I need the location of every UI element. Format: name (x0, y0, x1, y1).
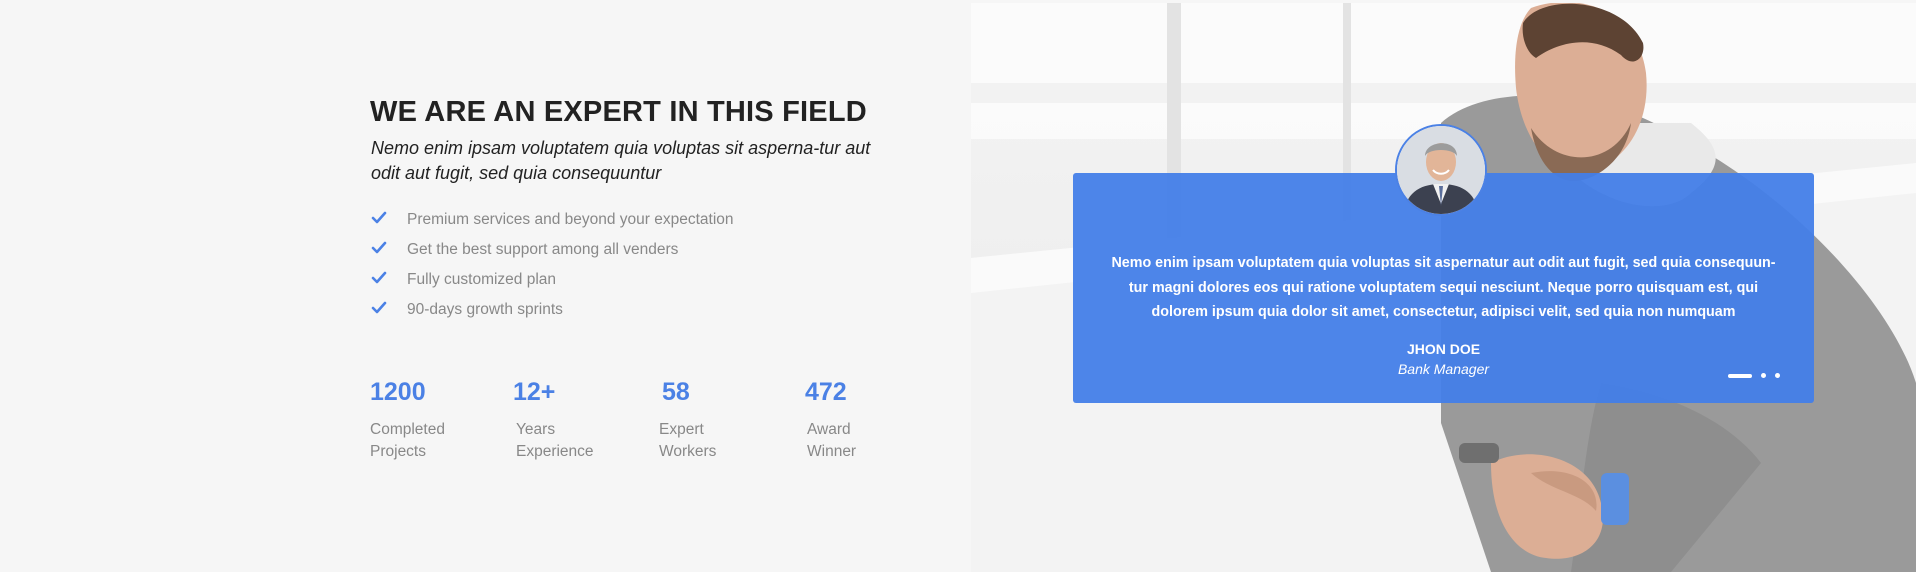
stat-label-line: Projects (370, 443, 426, 460)
avatar-photo (1397, 126, 1485, 214)
slider-pagination (1728, 373, 1780, 378)
feature-item: Premium services and beyond your expecta… (371, 205, 734, 235)
stat-label-line: Award (807, 421, 851, 438)
stat-years-experience: 12+ Years Experience (513, 378, 633, 463)
stat-number: 472 (805, 378, 847, 406)
check-icon (371, 301, 407, 320)
stat-expert-workers: 58 Expert Workers (659, 378, 782, 463)
feature-text: 90-days growth sprints (407, 301, 563, 318)
stat-label-line: Workers (659, 443, 717, 460)
testimonial-quote: Nemo enim ipsam voluptatem quia voluptas… (1111, 255, 1776, 320)
feature-text: Premium services and beyond your expecta… (407, 211, 734, 228)
feature-item: Get the best support among all venders (371, 235, 734, 265)
stat-label: Years Experience (516, 419, 606, 463)
check-icon (371, 241, 407, 260)
stat-label-line: Winner (807, 443, 857, 460)
check-icon (371, 211, 407, 230)
slider-dot-active[interactable] (1728, 373, 1752, 378)
stat-number: 12+ (513, 378, 556, 406)
stat-label-line: Years (516, 421, 556, 438)
slider-dot[interactable] (1775, 373, 1780, 378)
testimonial-author-role: Bank Manager (1397, 361, 1490, 377)
feature-text: Fully customized plan (407, 271, 557, 288)
stat-award-winner: 472 Award Winner (805, 378, 925, 463)
testimonial-avatar (1395, 124, 1487, 216)
check-icon (371, 271, 407, 290)
feature-item: Fully customized plan (371, 265, 734, 295)
feature-list: Premium services and beyond your expecta… (371, 205, 734, 325)
feature-item: 90-days growth sprints (371, 295, 734, 325)
feature-text: Get the best support among all venders (407, 241, 679, 258)
stat-label: Completed Projects (370, 419, 460, 463)
testimonial-author-name: JHON DOE (1406, 341, 1481, 357)
stat-number: 58 (662, 378, 690, 406)
stat-label-line: Experience (516, 443, 594, 460)
slider-dot[interactable] (1761, 373, 1766, 378)
section-subheading: Nemo enim ipsam voluptatem quia voluptas… (371, 138, 871, 183)
stat-label: Award Winner (807, 419, 897, 463)
stat-label: Expert Workers (659, 419, 749, 463)
stat-number: 1200 (370, 378, 426, 406)
stat-label-line: Expert (659, 421, 704, 438)
stat-completed-projects: 1200 Completed Projects (370, 378, 490, 463)
section-heading: WE ARE AN EXPERT IN THIS FIELD (370, 96, 867, 128)
stat-label-line: Completed (370, 421, 445, 438)
